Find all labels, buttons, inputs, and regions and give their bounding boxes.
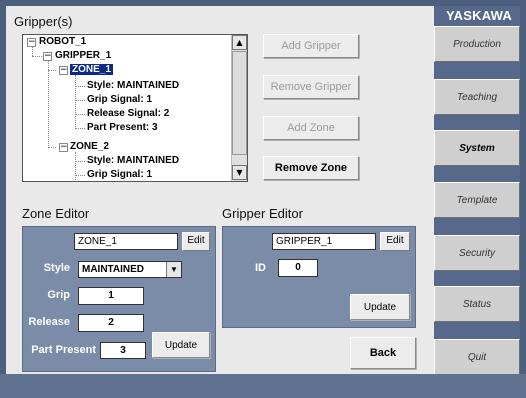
tree-connector bbox=[75, 175, 85, 176]
tree-content: − − − − ROBOT_1 GRIPPER_1 ZONE_1 Style: … bbox=[23, 35, 231, 181]
tree-item-zone1-release[interactable]: Release Signal: 2 bbox=[87, 107, 169, 121]
nav-quit-button[interactable]: Quit bbox=[434, 339, 520, 375]
style-select-value: MAINTAINED bbox=[82, 264, 145, 275]
collapse-icon[interactable]: − bbox=[27, 38, 36, 47]
tree-item-zone1-style[interactable]: Style: MAINTAINED bbox=[87, 79, 179, 93]
nav-system-button[interactable]: System bbox=[434, 130, 520, 166]
nav-production-button[interactable]: Production bbox=[434, 26, 520, 62]
zone-editor-title: Zone Editor bbox=[22, 206, 90, 221]
scroll-up-icon[interactable]: ▲ bbox=[232, 35, 247, 50]
tree-connector bbox=[48, 60, 49, 148]
tree-connector bbox=[75, 152, 76, 181]
grip-label: Grip bbox=[47, 289, 70, 301]
tree-connector bbox=[48, 70, 56, 71]
style-label: Style bbox=[43, 262, 70, 274]
nav-status-button[interactable]: Status bbox=[434, 286, 520, 322]
scroll-down-icon[interactable]: ▼ bbox=[232, 165, 247, 180]
nav-template-button[interactable]: Template bbox=[434, 182, 520, 218]
release-label: Release bbox=[28, 316, 70, 328]
tree-connector bbox=[75, 86, 85, 87]
remove-gripper-button[interactable]: Remove Gripper bbox=[263, 75, 359, 99]
status-bar bbox=[0, 374, 526, 398]
zone-edit-button[interactable]: Edit bbox=[182, 232, 210, 251]
tree-connector bbox=[75, 161, 85, 162]
grip-signal-input[interactable]: 1 bbox=[78, 287, 144, 305]
gripper-tree[interactable]: − − − − ROBOT_1 GRIPPER_1 ZONE_1 Style: … bbox=[22, 34, 248, 182]
scroll-thumb[interactable] bbox=[232, 51, 247, 155]
tree-item-zone1-grip[interactable]: Grip Signal: 1 bbox=[87, 93, 152, 107]
style-select[interactable]: MAINTAINED ▼ bbox=[78, 261, 182, 278]
nav-security-button[interactable]: Security bbox=[434, 235, 520, 271]
nav-panel: YASKAWA Production Teaching System Templ… bbox=[434, 6, 520, 375]
add-gripper-button[interactable]: Add Gripper bbox=[263, 34, 359, 58]
tree-item-zone1[interactable]: ZONE_1 bbox=[70, 63, 113, 77]
gripper-update-button[interactable]: Update bbox=[350, 294, 410, 320]
add-zone-button[interactable]: Add Zone bbox=[263, 116, 359, 140]
remove-zone-button[interactable]: Remove Zone bbox=[263, 156, 359, 180]
gripper-edit-button[interactable]: Edit bbox=[380, 232, 410, 251]
nav-teaching-button[interactable]: Teaching bbox=[434, 79, 520, 115]
chevron-down-icon[interactable]: ▼ bbox=[166, 262, 181, 277]
tree-connector bbox=[75, 75, 76, 127]
collapse-icon[interactable]: − bbox=[59, 66, 68, 75]
release-signal-input[interactable]: 2 bbox=[78, 314, 144, 332]
gripper-editor-title: Gripper Editor bbox=[222, 206, 303, 221]
zone-update-button[interactable]: Update bbox=[152, 332, 210, 358]
back-button[interactable]: Back bbox=[350, 337, 416, 369]
part-present-input[interactable]: 3 bbox=[100, 342, 146, 359]
tree-connector bbox=[75, 128, 85, 129]
tree-item-zone2-style[interactable]: Style: MAINTAINED bbox=[87, 154, 179, 168]
tree-connector bbox=[75, 100, 85, 101]
brand-logo: YASKAWA bbox=[446, 8, 512, 23]
tree-scrollbar[interactable]: ▲ ▼ bbox=[231, 35, 247, 181]
tree-item-zone1-label: ZONE_1 bbox=[70, 64, 113, 75]
zone-name-field[interactable]: ZONE_1 bbox=[74, 233, 178, 250]
gripper-name-field[interactable]: GRIPPER_1 bbox=[272, 233, 376, 250]
tree-connector bbox=[32, 46, 33, 56]
tree-connector bbox=[75, 114, 85, 115]
tree-item-zone1-part[interactable]: Part Present: 3 bbox=[87, 121, 158, 135]
collapse-icon[interactable]: − bbox=[43, 52, 52, 61]
grippers-title: Gripper(s) bbox=[14, 14, 73, 29]
gripper-id-input[interactable]: 0 bbox=[278, 259, 318, 277]
tree-item-zone2-grip[interactable]: Grip Signal: 1 bbox=[87, 168, 152, 181]
id-label: ID bbox=[255, 262, 266, 274]
collapse-icon[interactable]: − bbox=[59, 143, 68, 152]
tree-item-robot[interactable]: ROBOT_1 bbox=[39, 35, 86, 49]
tree-item-zone2[interactable]: ZONE_2 bbox=[70, 140, 109, 154]
part-present-label: Part Present bbox=[31, 344, 96, 356]
tree-connector bbox=[48, 147, 56, 148]
tree-item-gripper[interactable]: GRIPPER_1 bbox=[55, 49, 111, 63]
